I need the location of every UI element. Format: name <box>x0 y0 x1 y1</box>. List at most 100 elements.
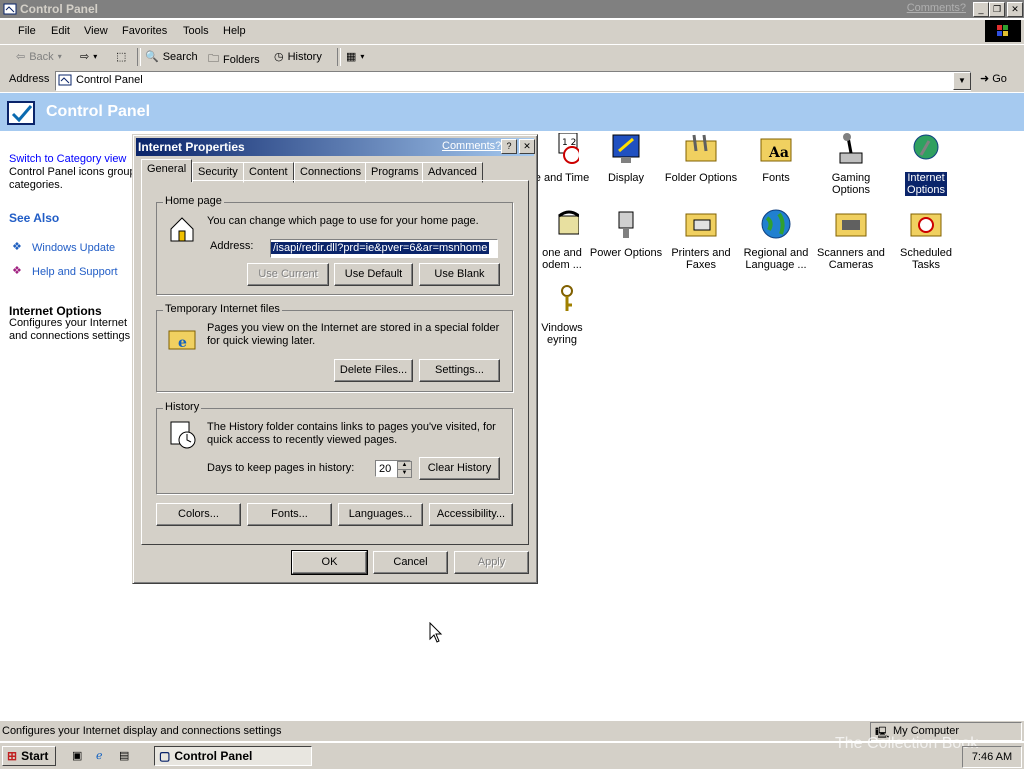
close-button[interactable]: ✕ <box>1007 2 1023 17</box>
use-current-button[interactable]: Use Current <box>247 263 329 286</box>
clear-history-button[interactable]: Clear History <box>419 457 500 480</box>
colors-button[interactable]: Colors... <box>156 503 241 526</box>
printer-icon <box>685 213 717 237</box>
menu-file[interactable]: File <box>18 25 36 37</box>
show-desktop-icon[interactable]: ▣ <box>72 749 82 762</box>
help-support-link[interactable]: Help and Support <box>32 266 118 278</box>
regional-language-item[interactable]: Regional and Language ... <box>737 208 815 271</box>
fonts-item[interactable]: Aa Fonts <box>737 133 815 184</box>
watermark-text: The Collection Book <box>835 735 979 752</box>
search-button[interactable]: 🔍 Search <box>145 50 198 64</box>
display-item[interactable]: Display <box>587 133 665 184</box>
item-label: Scanners and <box>817 247 885 259</box>
accessibility-button[interactable]: Accessibility... <box>429 503 513 526</box>
menu-tools[interactable]: Tools <box>183 25 209 37</box>
window-title-bar[interactable]: Control Panel Comments? _ ❐ ✕ <box>0 0 1024 18</box>
item-label: Options <box>832 184 870 196</box>
control-panel-icon <box>58 74 72 86</box>
power-options-item[interactable]: Power Options <box>587 208 665 259</box>
internet-properties-dialog: Internet Properties Comments? ? ✕ Genera… <box>132 134 538 584</box>
views-icon: ▦ <box>346 51 357 63</box>
address-dropdown-button[interactable]: ▼ <box>953 72 971 90</box>
internet-options-item[interactable]: Internet Options <box>887 133 965 196</box>
details-text: and connections settings <box>9 330 131 342</box>
windows-logo-icon <box>985 20 1021 42</box>
start-button[interactable]: ⊞ Start <box>2 746 56 766</box>
use-blank-button[interactable]: Use Blank <box>419 263 500 286</box>
views-button[interactable]: ▦ ▾ <box>346 50 364 63</box>
dialog-title: Internet Properties <box>138 140 245 154</box>
temp-files-description: for quick viewing later. <box>207 335 316 347</box>
taskbar-control-panel-button[interactable]: ▢ Control Panel <box>154 746 312 766</box>
folder-banner: Control Panel <box>0 93 1024 131</box>
dialog-comments-link[interactable]: Comments? <box>442 140 501 152</box>
temp-files-description: Pages you view on the Internet are store… <box>207 322 500 334</box>
quick-launch-icon[interactable]: ▤ <box>119 749 129 762</box>
dialog-close-button[interactable]: ✕ <box>519 139 535 154</box>
comments-link[interactable]: Comments? <box>907 2 966 14</box>
settings-button[interactable]: Settings... <box>419 359 500 382</box>
apply-button[interactable]: Apply <box>454 551 529 574</box>
up-folder-button[interactable]: ⬚ <box>116 50 126 63</box>
toolbar-separator <box>337 48 341 66</box>
history-description: quick access to recently viewed pages. <box>207 434 398 446</box>
group-label: History <box>163 401 202 413</box>
item-label: Faxes <box>686 259 716 271</box>
see-also-heading: See Also <box>9 211 60 225</box>
scheduled-tasks-item[interactable]: Scheduled Tasks <box>887 208 965 271</box>
forward-button[interactable]: ⇨ ▾ <box>80 50 97 63</box>
joystick-icon <box>839 133 863 164</box>
fonts-button[interactable]: Fonts... <box>247 503 332 526</box>
address-input[interactable]: Control Panel ▼ <box>55 71 971 91</box>
menu-favorites[interactable]: Favorites <box>122 25 167 37</box>
item-label: Language ... <box>745 259 807 271</box>
home-page-description: You can change which page to use for you… <box>207 215 479 227</box>
group-label: Temporary Internet files <box>163 303 282 315</box>
control-panel-icon: ▢ <box>159 749 171 763</box>
history-button[interactable]: ◷ History <box>274 50 322 64</box>
ok-button[interactable]: OK <box>291 550 368 575</box>
gaming-options-item[interactable]: Gaming Options <box>812 133 890 196</box>
globe-icon <box>761 209 791 239</box>
go-button[interactable]: ➜ Go <box>980 72 1007 86</box>
item-label: Display <box>607 172 645 184</box>
dialog-title-bar[interactable]: Internet Properties Comments? ? ✕ <box>136 138 535 156</box>
days-label: Days to keep pages in history: <box>207 462 355 474</box>
item-label: Power Options <box>589 247 663 259</box>
item-label: Internet <box>905 172 947 184</box>
languages-button[interactable]: Languages... <box>338 503 423 526</box>
scanners-cameras-item[interactable]: Scanners and Cameras <box>812 208 890 271</box>
svg-text:e: e <box>178 335 187 351</box>
folders-button[interactable]: 🗀 Folders <box>208 50 260 69</box>
internet-explorer-icon[interactable]: ℯ <box>96 749 103 762</box>
back-button[interactable]: ⇦ Back ▾ <box>16 50 62 64</box>
menu-help[interactable]: Help <box>223 25 246 37</box>
forward-arrow-icon: ⇨ <box>80 51 90 63</box>
globe-tools-icon <box>913 134 939 160</box>
item-label: Options <box>905 184 947 196</box>
restore-button[interactable]: ❐ <box>989 2 1005 17</box>
scanner-camera-icon <box>835 213 867 237</box>
system-clock[interactable]: 7:46 AM <box>962 746 1022 768</box>
item-label: Gaming <box>831 172 871 184</box>
delete-files-button[interactable]: Delete Files... <box>334 359 413 382</box>
history-clock-icon <box>170 421 196 449</box>
spin-down-button[interactable]: ▼ <box>397 469 412 478</box>
power-plug-icon <box>618 211 634 238</box>
fonts-icon: Aa <box>760 138 792 162</box>
use-default-button[interactable]: Use Default <box>334 263 413 286</box>
cancel-button[interactable]: Cancel <box>373 551 448 574</box>
folder-options-item[interactable]: Folder Options <box>662 133 740 184</box>
menu-edit[interactable]: Edit <box>51 25 70 37</box>
tab-general[interactable]: General <box>141 159 193 182</box>
item-label: Fonts <box>762 172 790 184</box>
toolbar-separator <box>137 48 141 66</box>
windows-update-link[interactable]: Windows Update <box>32 242 115 254</box>
printers-faxes-item[interactable]: Printers and Faxes <box>662 208 740 271</box>
menu-view[interactable]: View <box>84 25 108 37</box>
switch-category-view-link[interactable]: Switch to Category view <box>9 153 126 165</box>
home-page-address-input[interactable]: /isapi/redir.dll?prd=ie&pver=6&ar=msnhom… <box>270 239 498 258</box>
minimize-button[interactable]: _ <box>973 2 989 17</box>
dialog-help-button[interactable]: ? <box>501 139 517 154</box>
keyring-icon <box>561 285 573 311</box>
